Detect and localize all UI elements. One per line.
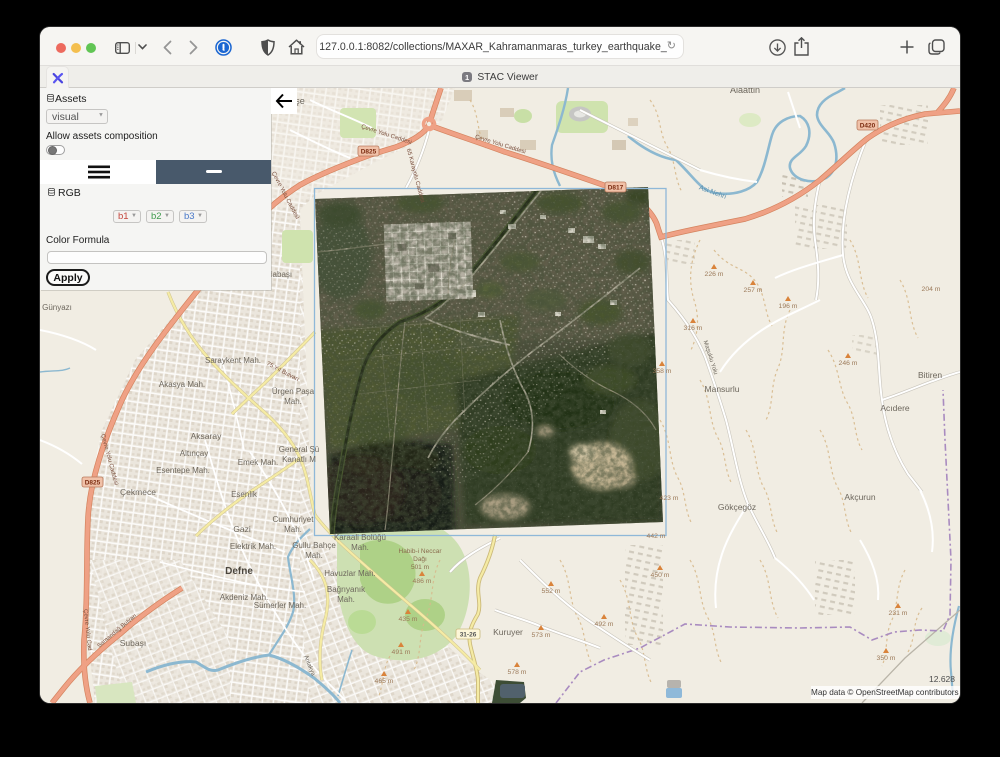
svg-text:General Şü: General Şü [279,445,319,454]
svg-text:Gökçegöz: Gökçegöz [718,502,756,512]
svg-text:Alaattin: Alaattin [730,88,760,95]
svg-text:350 m: 350 m [877,655,896,662]
svg-text:Dağı: Dağı [413,556,427,563]
svg-text:Sümerler Mah.: Sümerler Mah. [254,601,306,610]
svg-text:423 m: 423 m [660,495,679,502]
svg-text:226 m: 226 m [705,271,724,278]
svg-text:Mah.: Mah. [284,525,302,534]
svg-text:257 m: 257 m [744,287,763,294]
svg-text:501 m: 501 m [411,564,429,571]
svg-text:246 m: 246 m [839,360,858,367]
svg-text:D825: D825 [361,149,377,156]
svg-text:Mah.: Mah. [305,551,323,560]
svg-text:316 m: 316 m [684,325,703,332]
svg-text:491 m: 491 m [392,649,411,656]
svg-text:573 m: 573 m [532,632,551,639]
svg-text:Altınçay: Altınçay [180,449,208,458]
svg-text:D817: D817 [608,185,624,192]
svg-text:Akçurun: Akçurun [844,492,875,502]
svg-text:Mah.: Mah. [337,595,355,604]
svg-text:486 m: 486 m [413,578,432,585]
svg-text:Emek Mah.: Emek Mah. [238,458,278,467]
svg-text:Akasya Mah.: Akasya Mah. [159,380,205,389]
svg-text:Kanatlı M: Kanatlı M [282,455,316,464]
svg-text:Mah.: Mah. [351,543,369,552]
svg-text:Saraykent Mah.: Saraykent Mah. [205,356,261,365]
svg-text:Elektrik Mah.: Elektrik Mah. [230,542,276,551]
svg-text:492 m: 492 m [595,621,614,628]
svg-text:204 m: 204 m [922,286,941,293]
svg-text:Günyazı: Günyazı [42,303,72,312]
svg-text:Esenlik: Esenlik [231,490,258,499]
svg-text:31-26: 31-26 [460,632,477,639]
svg-text:Esentepe Mah.: Esentepe Mah. [156,466,210,475]
svg-text:358 m: 358 m [653,368,672,375]
svg-text:Gazi: Gazi [233,524,251,534]
svg-text:Ürgen Paşa: Ürgen Paşa [272,387,315,396]
svg-text:Acıdere: Acıdere [880,403,910,413]
svg-text:Bağrıyanık: Bağrıyanık [327,585,366,594]
svg-text:Defne: Defne [225,566,253,577]
svg-text:Mah.: Mah. [284,397,302,406]
svg-text:552 m: 552 m [542,588,561,595]
svg-text:442 m: 442 m [647,533,666,540]
svg-text:D420: D420 [860,123,876,130]
svg-text:Habib-i Neccar: Habib-i Neccar [399,548,443,555]
svg-text:Gullu Bahçe: Gullu Bahçe [292,541,336,550]
svg-text:578 m: 578 m [508,669,527,676]
svg-text:Kuruyer: Kuruyer [493,627,523,637]
svg-text:Cumhuriyet: Cumhuriyet [273,515,315,524]
svg-text:Havuzlar Mah.: Havuzlar Mah. [324,569,376,578]
svg-text:231 m: 231 m [889,610,908,617]
svg-text:Bitiren: Bitiren [918,370,942,380]
svg-text:Çekmece: Çekmece [120,487,156,497]
svg-text:196 m: 196 m [779,303,798,310]
svg-text:Aksaray: Aksaray [191,431,222,441]
svg-text:435 m: 435 m [399,616,418,623]
svg-text:Subaşı: Subaşı [120,638,146,648]
svg-text:D825: D825 [85,480,101,487]
svg-text:Mansurlu: Mansurlu [705,384,740,394]
svg-text:465 m: 465 m [375,678,394,685]
svg-text:Karaali Bolüğü: Karaali Bolüğü [334,533,386,542]
svg-text:450 m: 450 m [651,572,670,579]
